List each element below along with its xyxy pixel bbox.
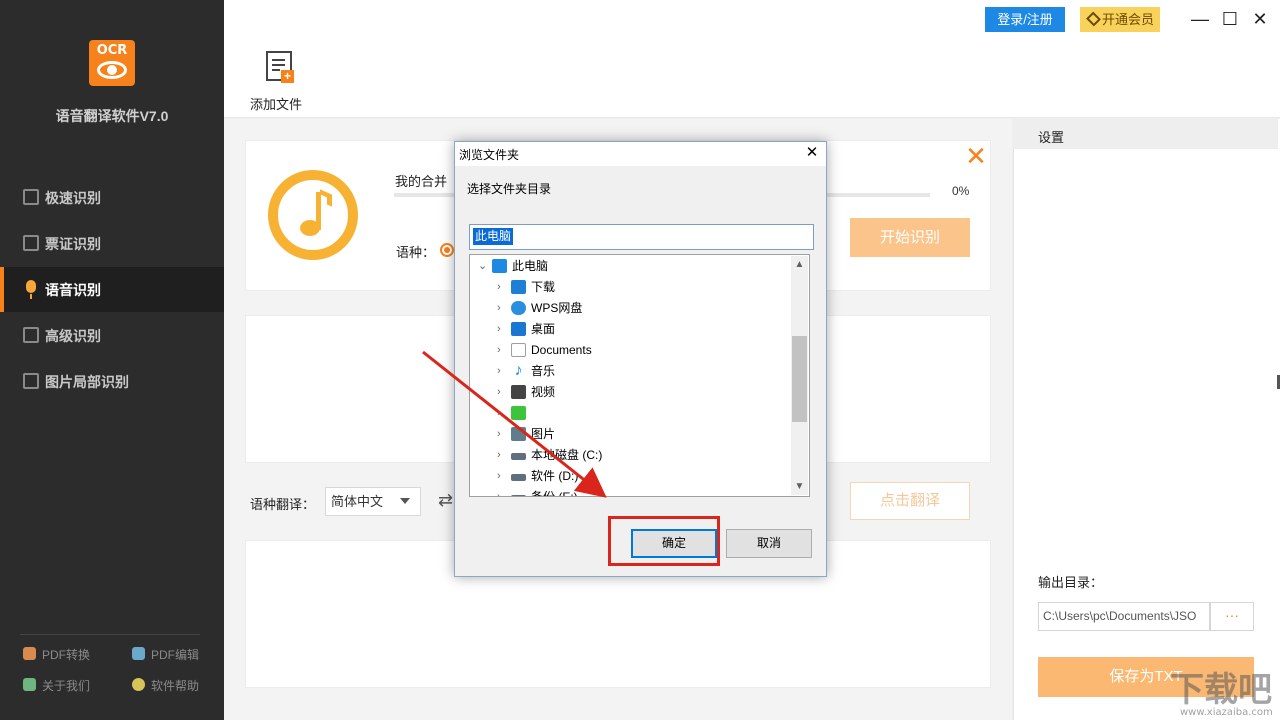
- sidebar: OCR 语音翻译软件V7.0 极速识别 票证识别 语音识别 高级识别 图片局部识…: [0, 0, 224, 720]
- language-label: 语种：: [396, 245, 436, 260]
- chevron-right-icon[interactable]: ›: [497, 298, 507, 319]
- minimize-button[interactable]: —: [1190, 9, 1210, 29]
- sidebar-item-partial-image-recognition[interactable]: 图片局部识别: [0, 359, 224, 404]
- tree-scrollbar[interactable]: ▲ ▼: [791, 256, 808, 495]
- close-window-button[interactable]: ✕: [1250, 9, 1270, 29]
- output-dir-label: 输出目录：: [1038, 575, 1104, 590]
- sidebar-item-label: 票证识别: [45, 236, 101, 252]
- chevron-right-icon[interactable]: ›: [497, 277, 507, 298]
- drive-d-icon: [511, 474, 526, 481]
- remove-file-icon[interactable]: ✕: [964, 143, 988, 169]
- desktop-icon: [511, 322, 526, 336]
- start-recognition-button[interactable]: 开始识别: [850, 218, 970, 257]
- chevron-right-icon[interactable]: ›: [497, 382, 507, 403]
- toolbar: [224, 38, 1280, 118]
- site-watermark: 下载吧 www.xiazaiba.com: [1170, 662, 1280, 720]
- pictures-icon: [511, 427, 526, 441]
- settings-title: 设置: [1038, 130, 1065, 145]
- annotation-highlight-box: [608, 516, 720, 566]
- translate-label: 语种翻译：: [250, 497, 316, 512]
- watermark-brand: 下载吧: [1170, 670, 1272, 710]
- folder-name-selection: 此电脑: [473, 228, 514, 245]
- chevron-right-icon[interactable]: ›: [497, 445, 507, 466]
- music-icon: ♪: [514, 362, 523, 379]
- logo-text: OCR: [96, 43, 128, 58]
- sidebar-item-label: 图片局部识别: [45, 374, 129, 390]
- ocr-logo-icon: OCR: [89, 40, 135, 86]
- dialog-instruction: 选择文件夹目录: [467, 182, 552, 196]
- chevron-down-icon: [400, 498, 410, 504]
- sidebar-item-advanced-recognition[interactable]: 高级识别: [0, 313, 224, 358]
- download-icon: [511, 280, 526, 294]
- chevron-right-icon[interactable]: ›: [497, 487, 507, 496]
- output-path-field[interactable]: C:\Users\pc\Documents\JSO: [1038, 602, 1210, 631]
- language-radio[interactable]: [440, 243, 454, 257]
- sidebar-item-label: 语音识别: [45, 282, 101, 298]
- chevron-right-icon[interactable]: ›: [497, 403, 507, 424]
- help-icon: [132, 678, 145, 691]
- scroll-up-icon[interactable]: ▲: [791, 256, 808, 273]
- sidebar-item-label: 极速识别: [45, 190, 101, 206]
- cloud-icon: [511, 301, 526, 315]
- app-title: 语音翻译软件V7.0: [55, 108, 169, 124]
- folder-name-input[interactable]: 此电脑: [469, 224, 814, 250]
- chevron-right-icon[interactable]: ›: [497, 319, 507, 340]
- add-file-button[interactable]: 添加文件: [250, 94, 302, 113]
- maximize-button[interactable]: ☐: [1220, 9, 1240, 29]
- watermark-url: www.xiazaiba.com: [1180, 707, 1273, 718]
- audio-file-icon: [268, 170, 358, 260]
- documents-icon: [511, 343, 526, 357]
- pdf-convert-icon: [23, 647, 36, 660]
- progress-percent: 0%: [952, 184, 970, 198]
- browse-button[interactable]: ···: [1210, 602, 1254, 631]
- sidebar-item-voice-recognition[interactable]: 语音识别: [0, 267, 224, 312]
- chevron-down-icon[interactable]: ⌄: [478, 256, 488, 277]
- fast-recognition-icon: [23, 189, 39, 205]
- dialog-close-button[interactable]: ✕: [803, 145, 821, 163]
- translate-button[interactable]: 点击翻译: [850, 482, 970, 520]
- scrollbar-thumb[interactable]: [792, 336, 807, 422]
- computer-icon: [492, 259, 507, 273]
- chevron-right-icon[interactable]: ›: [497, 361, 507, 382]
- settings-header: 设置: [1013, 119, 1278, 149]
- add-file-icon[interactable]: +: [266, 51, 294, 83]
- file-name: 我的合并: [395, 174, 448, 189]
- cancel-button[interactable]: 取消: [726, 529, 812, 558]
- folder-tree: ⌄ 此电脑 › 下载 › WPS网盘 › 桌面 › Documents › ♪ …: [469, 254, 810, 497]
- about-icon: [23, 678, 36, 691]
- sidebar-item-label: 高级识别: [45, 328, 101, 344]
- image-crop-icon: [23, 373, 39, 389]
- app-folder-icon: [511, 406, 526, 420]
- advanced-icon: [23, 327, 39, 343]
- sidebar-divider: [20, 634, 200, 635]
- chevron-right-icon[interactable]: ›: [497, 340, 507, 361]
- drive-c-icon: [511, 453, 526, 460]
- chevron-right-icon[interactable]: ›: [497, 424, 507, 445]
- swap-icon[interactable]: ⇄: [438, 490, 453, 511]
- pdf-edit-icon: [132, 647, 145, 660]
- login-button[interactable]: 登录/注册: [985, 7, 1065, 32]
- dialog-title: 浏览文件夹: [459, 148, 520, 162]
- drive-e-icon: [511, 495, 526, 496]
- scroll-down-icon[interactable]: ▼: [791, 478, 808, 495]
- video-icon: [511, 385, 526, 399]
- chevron-right-icon[interactable]: ›: [497, 466, 507, 487]
- sidebar-item-fast-recognition[interactable]: 极速识别: [0, 175, 224, 220]
- sidebar-item-ticket-recognition[interactable]: 票证识别: [0, 221, 224, 266]
- ticket-icon: [23, 235, 39, 251]
